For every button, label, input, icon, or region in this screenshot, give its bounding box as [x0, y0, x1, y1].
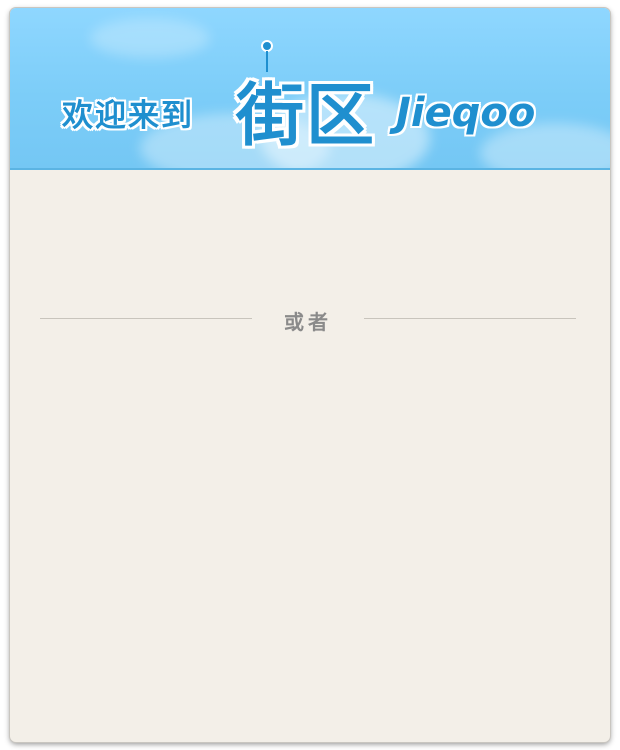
logo-english: Jieqoo: [396, 90, 536, 136]
welcome-text: 欢迎来到: [62, 98, 194, 134]
separator-line-right: [364, 318, 576, 319]
welcome-banner: 欢迎来到 街区 Jieqoo: [10, 8, 610, 170]
separator-or-label: 或者: [284, 310, 332, 334]
cloud-decoration: [90, 18, 210, 58]
logo-chinese: 街区: [236, 77, 377, 156]
separator-line-left: [40, 318, 252, 319]
login-dialog: 欢迎来到 街区 Jieqoo 或者: [10, 8, 610, 742]
